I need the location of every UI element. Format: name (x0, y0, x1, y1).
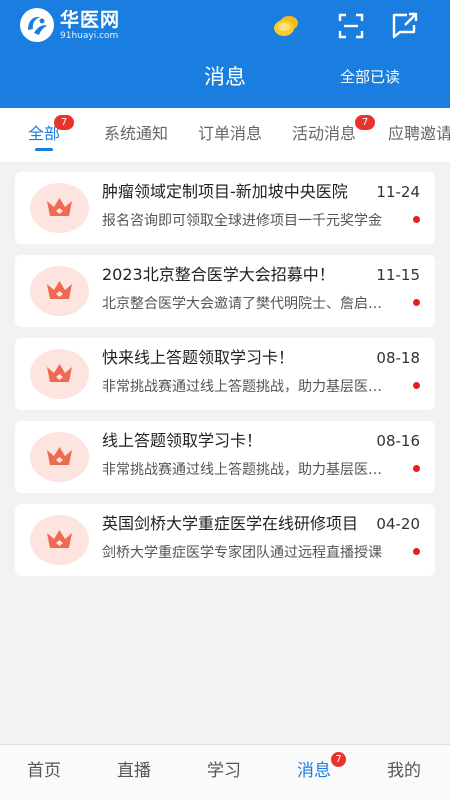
bottom-navigation: 首页 直播 学习 消息 7 我的 (0, 744, 450, 800)
message-date: 11-24 (376, 183, 420, 201)
crown-icon (30, 515, 89, 565)
message-title: 英国剑桥大学重症医学在线研修项目 (102, 514, 359, 533)
message-summary: 北京整合医学大会邀请了樊代明院士、詹启敏院士 (102, 296, 389, 312)
tab-activity-badge: 7 (355, 115, 375, 130)
logo-mark-icon (20, 8, 54, 42)
app-logo: 华医网 91huayi.com (20, 8, 120, 42)
nav-live[interactable]: 直播 (117, 759, 151, 783)
tab-activity-messages[interactable]: 活动消息 (292, 123, 356, 145)
crown-icon (30, 266, 89, 316)
message-date: 11-15 (376, 266, 420, 284)
crown-icon (30, 349, 89, 399)
logo-domain: 91huayi.com (60, 31, 119, 41)
tab-job-invitations[interactable]: 应聘邀请 (388, 123, 450, 145)
unread-dot (413, 299, 420, 306)
message-title: 线上答题领取学习卡！ (102, 431, 263, 450)
message-card[interactable]: 肿瘤领域定制项目-新加坡中央医院 11-24 报名咨询即可领取全球进修项目一千元… (15, 172, 435, 244)
message-summary: 非常挑战赛通过线上答题挑战，助力基层医生学习 (102, 462, 389, 478)
scan-icon[interactable] (336, 11, 366, 41)
unread-dot (413, 382, 420, 389)
message-summary: 剑桥大学重症医学专家团队通过远程直播授课 (102, 545, 382, 561)
logo-name: 华医网 (60, 9, 121, 31)
message-card[interactable]: 2023北京整合医学大会招募中！ 11-15 北京整合医学大会邀请了樊代明院士、… (15, 255, 435, 327)
crown-icon (30, 432, 89, 482)
mark-all-read-button[interactable]: 全部已读 (340, 66, 400, 88)
nav-messages-badge: 7 (331, 752, 346, 767)
coin-icon[interactable] (272, 11, 302, 41)
nav-profile[interactable]: 我的 (387, 759, 421, 783)
unread-dot (413, 548, 420, 555)
message-card[interactable]: 快来线上答题领取学习卡！ 08-18 非常挑战赛通过线上答题挑战，助力基层医生学… (15, 338, 435, 410)
message-card[interactable]: 线上答题领取学习卡！ 08-16 非常挑战赛通过线上答题挑战，助力基层医生学习 (15, 421, 435, 493)
message-title: 2023北京整合医学大会招募中！ (102, 265, 335, 284)
nav-study[interactable]: 学习 (207, 759, 241, 783)
message-category-tabs: 全部 7 系统通知 订单消息 活动消息 7 应聘邀请 (0, 108, 450, 162)
message-summary: 报名咨询即可领取全球进修项目一千元奖学金 (102, 213, 382, 229)
message-title: 快来线上答题领取学习卡！ (102, 348, 295, 367)
crown-icon (30, 183, 89, 233)
message-list: 肿瘤领域定制项目-新加坡中央医院 11-24 报名咨询即可领取全球进修项目一千元… (15, 172, 435, 587)
message-title: 肿瘤领域定制项目-新加坡中央医院 (102, 182, 348, 201)
message-date: 04-20 (376, 515, 420, 533)
unread-dot (413, 465, 420, 472)
tab-all-badge: 7 (54, 115, 74, 130)
nav-home[interactable]: 首页 (27, 759, 61, 783)
message-card[interactable]: 英国剑桥大学重症医学在线研修项目 04-20 剑桥大学重症医学专家团队通过远程直… (15, 504, 435, 576)
share-icon[interactable] (389, 11, 419, 41)
app-header: 华医网 91huayi.com 消息 全部已读 (0, 0, 450, 108)
tab-order-messages[interactable]: 订单消息 (198, 123, 262, 145)
tab-system-notice[interactable]: 系统通知 (104, 123, 168, 145)
message-summary: 非常挑战赛通过线上答题挑战，助力基层医生学习 (102, 379, 389, 395)
message-date: 08-16 (376, 432, 420, 450)
nav-messages[interactable]: 消息 (297, 759, 331, 783)
active-tab-indicator (35, 148, 53, 151)
unread-dot (413, 216, 420, 223)
message-date: 08-18 (376, 349, 420, 367)
